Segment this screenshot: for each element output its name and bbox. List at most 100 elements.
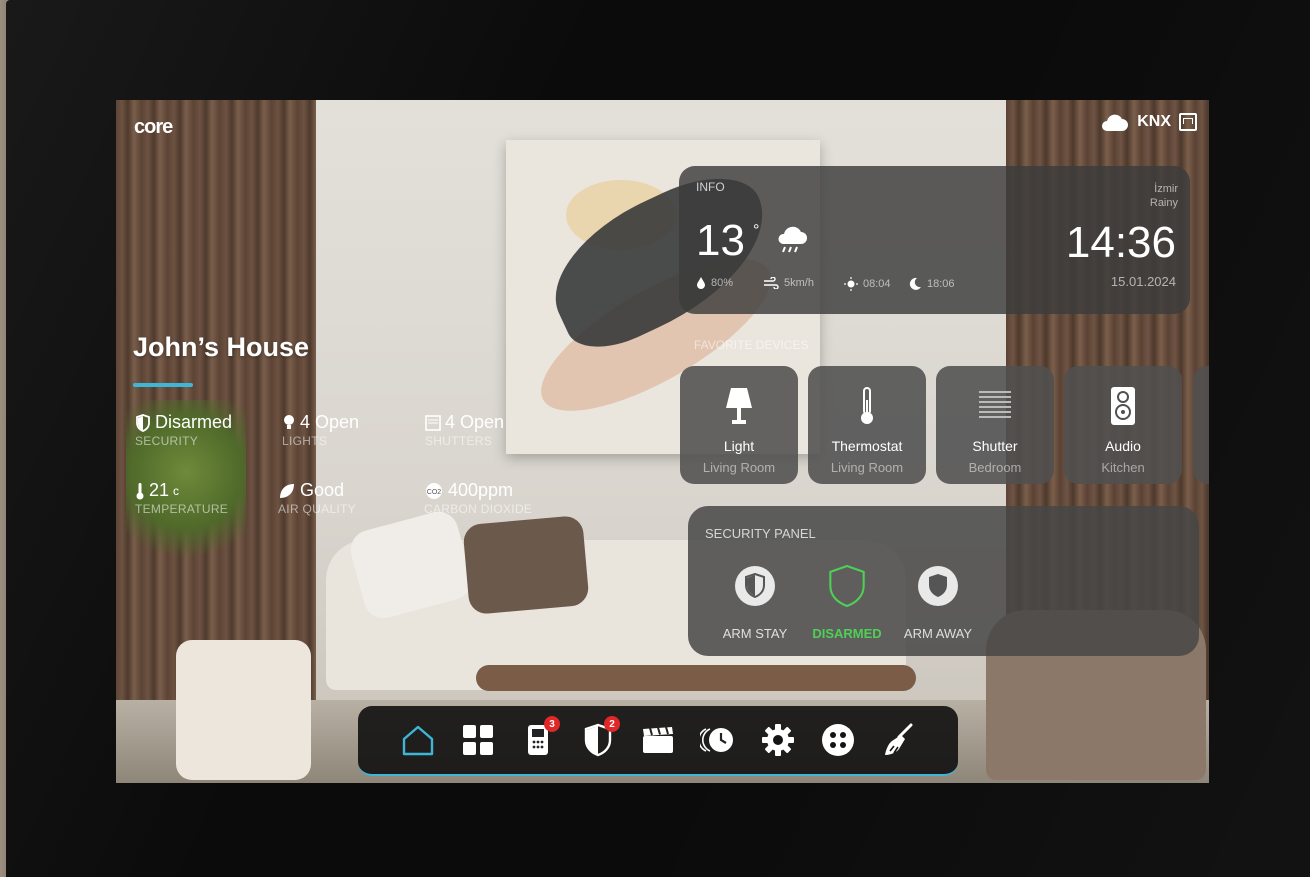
sunset-value: 18:06 [927,278,955,290]
intercom-badge: 3 [544,716,560,732]
nav-scenes[interactable] [640,722,676,758]
thermometer-icon [136,482,144,499]
leaf-icon [280,483,294,498]
info-panel[interactable]: INFO 13 ° 80% 5km/h 08:04 18:06 İzmir Ra… [679,166,1190,314]
arm-stay-label: ARM STAY [722,626,788,641]
favorite-device-next[interactable] [1193,366,1209,484]
stat-temperature-value: 21 [149,480,170,500]
bulb-icon [284,414,294,429]
svg-text:CO2: CO2 [427,489,442,496]
more-dots-icon [822,724,854,756]
nav-intercom[interactable]: 3 [520,716,560,758]
stat-temperature[interactable]: 21 c TEMPERATURE [135,480,228,516]
shield-full-icon [929,574,947,597]
nav-security[interactable]: 2 [580,716,620,758]
stat-security-label: SECURITY [135,434,199,448]
disarmed-button[interactable]: DISARMED [802,564,892,641]
protocol-label: KNX [1137,113,1171,130]
shutter-icon [979,391,1011,418]
stat-air-quality[interactable]: Good AIR QUALITY [278,480,356,516]
favorite-device-name: Thermostat [831,438,903,454]
arm-away-button[interactable]: ARM AWAY [893,566,983,641]
favorite-device-name: Audio [1105,438,1141,454]
sunrise-value: 08:04 [863,278,891,290]
scenes-clapper-icon [643,726,673,753]
favorite-device-name: Shutter [972,438,1018,454]
nav-settings[interactable] [760,722,796,758]
security-panel-title: SECURITY PANEL [705,526,816,541]
lamp-icon [726,388,752,424]
weather-condition: Rainy [1149,197,1178,209]
stat-air-quality-label: AIR QUALITY [278,502,356,516]
location-weather: İzmir Rainy [1150,182,1178,210]
favorite-device-shutter[interactable]: Shutter Bedroom [936,366,1054,484]
security-panel: SECURITY PANEL ARM STAY DISARMED ARM AWA… [688,506,1199,656]
favorite-device-room: Kitchen [1101,460,1145,475]
speaker-icon [1111,387,1135,425]
house-title: John’s House [133,332,310,362]
security-badge: 2 [604,716,620,732]
touch-screen: core KNX John’s House Disarmed SECURITY … [116,100,1209,783]
stat-temperature-unit: c [173,483,180,498]
stat-shutters-label: SHUTTERS [425,434,493,448]
settings-gear-icon [762,724,794,756]
stat-shutters-value: 4 Open [445,412,505,432]
stat-lights-value: 4 Open [300,412,360,432]
shield-half-icon [745,573,765,599]
stat-shutters[interactable]: 4 Open SHUTTERS [425,412,504,448]
humidity-value: 80% [711,277,734,289]
shield-outline-icon [829,564,865,608]
disarmed-label: DISARMED [812,626,882,641]
nav-cleaning[interactable] [880,722,916,758]
background-cushion [462,514,590,616]
sunset-readout: 18:06 [908,277,955,291]
favorite-devices-label: FAVORITE DEVICES [694,338,809,352]
nav-rooms[interactable] [460,722,496,758]
wind-icon [764,277,779,289]
degree-symbol: ° [753,222,760,239]
sunrise-readout: 08:04 [844,277,891,291]
cloud-icon [1102,114,1129,131]
thermometer-icon [861,387,873,424]
sun-icon [844,277,858,291]
outdoor-temperature: 13 [696,216,745,265]
arm-stay-button[interactable]: ARM STAY [710,566,800,641]
arm-away-label: ARM AWAY [903,626,973,641]
stat-lights-label: LIGHTS [282,434,328,448]
schedule-clock-icon [700,728,733,752]
favorite-device-thermostat[interactable]: Thermostat Living Room [808,366,926,484]
home-icon [402,725,434,756]
bottom-navigation: 3 2 [358,706,958,776]
nav-home[interactable] [400,722,436,758]
nav-more[interactable] [820,722,856,758]
stat-co2-label: CARBON DIOXIDE [424,502,533,516]
shield-icon [136,413,150,432]
favorite-device-name: Light [723,438,755,454]
background-ottoman [176,640,311,780]
info-label: INFO [696,180,725,194]
stat-co2-value: 400ppm [448,480,514,500]
knx-home-icon[interactable] [1179,113,1197,131]
stat-lights[interactable]: 4 Open LIGHTS [282,412,359,448]
stat-security-value: Disarmed [155,412,233,432]
clock-time: 14:36 [1065,218,1176,267]
droplet-icon [697,277,705,289]
background-table [476,665,916,691]
house-title-underline [133,383,193,387]
cleaning-icon [885,723,913,755]
wind-value: 5km/h [784,277,814,289]
favorite-device-light[interactable]: Light Living Room [680,366,798,484]
clock-date: 15.01.2024 [1110,274,1176,289]
stat-co2[interactable]: CO2 400ppm CARBON DIOXIDE [424,480,532,516]
nav-schedule[interactable] [700,722,736,758]
stat-security[interactable]: Disarmed SECURITY [135,412,232,448]
wind-readout: 5km/h [763,277,814,289]
rain-cloud-icon [778,226,807,253]
favorite-device-audio[interactable]: Audio Kitchen [1064,366,1182,484]
stat-temperature-label: TEMPERATURE [135,502,229,516]
humidity-readout: 80% [696,277,733,289]
city-name: İzmir [1154,183,1178,195]
favorite-device-room: Bedroom [968,460,1022,475]
co2-cloud-icon: CO2 [426,482,442,499]
connection-status: KNX [1099,112,1197,132]
